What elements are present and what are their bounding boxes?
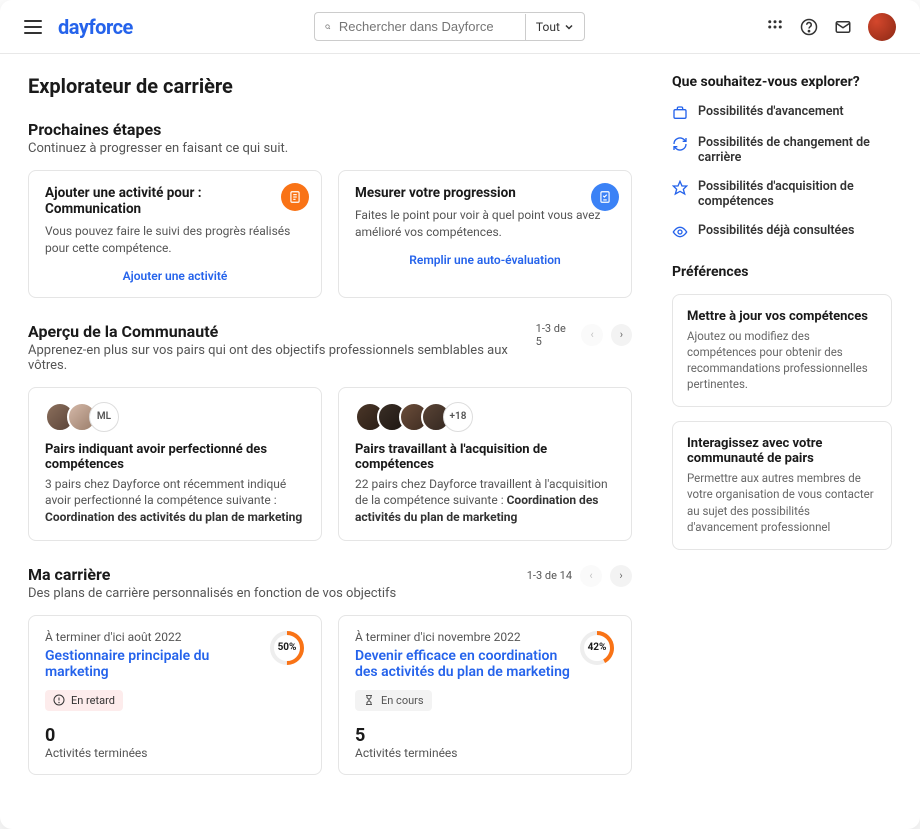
pager-text: 1-3 de 5 (536, 322, 574, 348)
career-pager: 1-3 de 14 ‹ › (527, 565, 632, 587)
app-header: dayforce Tout (0, 0, 920, 54)
career-due: À terminer d'ici août 2022 (45, 630, 269, 644)
career-card: À terminer d'ici août 2022 Gestionnaire … (28, 615, 322, 775)
activities-count: 0 (45, 725, 305, 746)
search-box: Tout (314, 12, 585, 41)
career-subtitle: Des plans de carrière personnalisés en f… (28, 586, 396, 601)
activities-label: Activités terminées (45, 746, 305, 760)
next-step-card: Ajouter une activité pour : Communicatio… (28, 170, 322, 298)
peer-avatars: ML (45, 402, 305, 432)
peer-card-desc: 3 pairs chez Dayforce ont récemment indi… (45, 476, 305, 526)
progress-ring: 50% (269, 630, 305, 666)
header-actions (766, 13, 896, 41)
logo: dayforce (58, 15, 133, 39)
card-title: Ajouter une activité pour : Communicatio… (45, 185, 305, 217)
activities-label: Activités terminées (355, 746, 615, 760)
next-steps-subtitle: Continuez à progresser en faisant ce qui… (28, 141, 632, 156)
community-heading: Aperçu de la Communauté (28, 322, 536, 341)
pager-next-button[interactable]: › (611, 324, 632, 346)
explore-item-viewed[interactable]: Possibilités déjà consultées (672, 223, 892, 240)
self-eval-link[interactable]: Remplir une auto-évaluation (355, 253, 615, 267)
user-avatar[interactable] (868, 13, 896, 41)
alert-icon (53, 694, 65, 706)
checklist-icon (591, 183, 619, 211)
pager-text: 1-3 de 14 (527, 569, 572, 582)
pref-card-desc: Ajoutez ou modifiez des compétences pour… (687, 328, 877, 392)
progress-percent: 50% (269, 630, 305, 666)
peer-card-desc: 22 pairs chez Dayforce travaillent à l'a… (355, 476, 615, 526)
add-activity-link[interactable]: Ajouter une activité (45, 269, 305, 283)
page-title: Explorateur de carrière (28, 74, 632, 98)
next-step-card: Mesurer votre progression Faites le poin… (338, 170, 632, 298)
refresh-icon (672, 136, 688, 152)
eye-icon (672, 224, 688, 240)
search-filter-dropdown[interactable]: Tout (525, 14, 584, 40)
community-card: ML Pairs indiquant avoir perfectionné de… (28, 387, 322, 541)
pref-card-peer-community[interactable]: Interagissez avec votre communauté de pa… (672, 421, 892, 549)
peer-more-badge: +18 (443, 402, 473, 432)
status-badge-late: En retard (45, 690, 123, 711)
hourglass-icon (363, 694, 375, 706)
hamburger-menu-icon[interactable] (24, 20, 42, 34)
progress-ring: 42% (579, 630, 615, 666)
career-card: À terminer d'ici novembre 2022 Devenir e… (338, 615, 632, 775)
explore-item-advancement[interactable]: Possibilités d'avancement (672, 104, 892, 121)
career-heading: Ma carrière (28, 565, 396, 584)
peer-avatars: +18 (355, 402, 615, 432)
status-badge-progress: En cours (355, 690, 432, 711)
activity-icon (281, 183, 309, 211)
help-icon[interactable] (800, 18, 818, 36)
peer-card-title: Pairs indiquant avoir perfectionné des c… (45, 442, 305, 472)
search-filter-label: Tout (536, 20, 560, 34)
explore-item-skills[interactable]: Possibilités d'acquisition de compétence… (672, 179, 892, 209)
star-icon (672, 180, 688, 196)
search-icon (325, 20, 331, 34)
pref-card-title: Mettre à jour vos compétences (687, 309, 877, 324)
pref-card-desc: Permettre aux autres membres de votre or… (687, 470, 877, 534)
pager-prev-button[interactable]: ‹ (580, 565, 602, 587)
explore-item-career-change[interactable]: Possibilités de changement de carrière (672, 135, 892, 165)
community-subtitle: Apprenez-en plus sur vos pairs qui ont d… (28, 343, 536, 373)
peer-card-title: Pairs travaillant à l'acquisition de com… (355, 442, 615, 472)
community-card: +18 Pairs travaillant à l'acquisition de… (338, 387, 632, 541)
chevron-down-icon (564, 22, 574, 32)
apps-icon[interactable] (766, 18, 784, 36)
prefs-heading: Préférences (672, 264, 892, 280)
progress-percent: 42% (579, 630, 615, 666)
card-title: Mesurer votre progression (355, 185, 615, 201)
mail-icon[interactable] (834, 18, 852, 36)
next-steps-heading: Prochaines étapes (28, 120, 632, 139)
briefcase-icon (672, 105, 688, 121)
search-input[interactable] (339, 19, 515, 34)
pref-card-update-skills[interactable]: Mettre à jour vos compétences Ajoutez ou… (672, 294, 892, 407)
career-plan-link[interactable]: Devenir efficace en coordination des act… (355, 648, 579, 680)
career-due: À terminer d'ici novembre 2022 (355, 630, 579, 644)
pager-prev-button[interactable]: ‹ (581, 324, 602, 346)
peer-more-badge: ML (89, 402, 119, 432)
pref-card-title: Interagissez avec votre communauté de pa… (687, 436, 877, 466)
card-desc: Vous pouvez faire le suivi des progrès r… (45, 223, 305, 257)
activities-count: 5 (355, 725, 615, 746)
explore-list: Possibilités d'avancement Possibilités d… (672, 104, 892, 240)
card-desc: Faites le point pour voir à quel point v… (355, 207, 615, 241)
career-plan-link[interactable]: Gestionnaire principale du marketing (45, 648, 269, 680)
pager-next-button[interactable]: › (610, 565, 632, 587)
explore-heading: Que souhaitez-vous explorer? (672, 74, 892, 90)
community-pager: 1-3 de 5 ‹ › (536, 322, 632, 348)
